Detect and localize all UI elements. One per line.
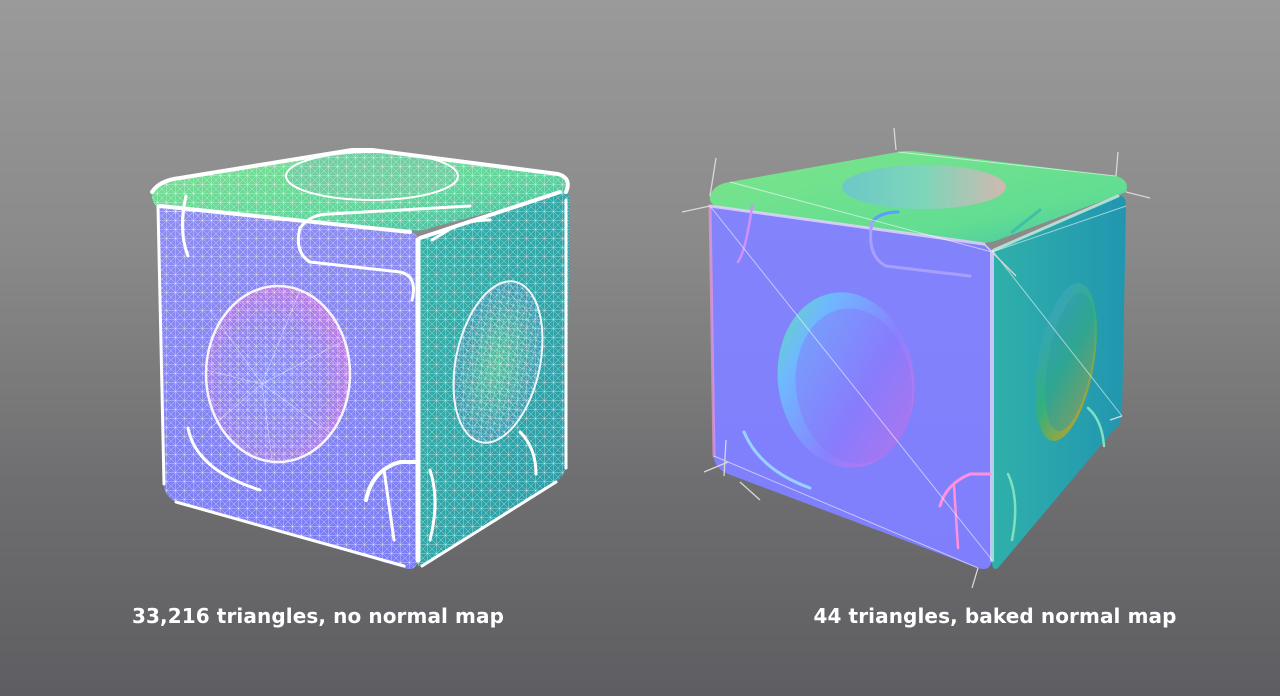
- normal-map-cube-render: [681, 127, 1151, 589]
- low-poly-caption: 44 triangles, baked normal map: [813, 604, 1177, 628]
- high-poly-caption: 33,216 triangles, no normal map: [131, 604, 505, 628]
- wireframe-cube-render: [150, 148, 570, 569]
- low-poly-figure: 44 triangles, baked normal map: [640, 0, 1280, 696]
- high-poly-figure: 33,216 triangles, no normal map: [0, 0, 640, 696]
